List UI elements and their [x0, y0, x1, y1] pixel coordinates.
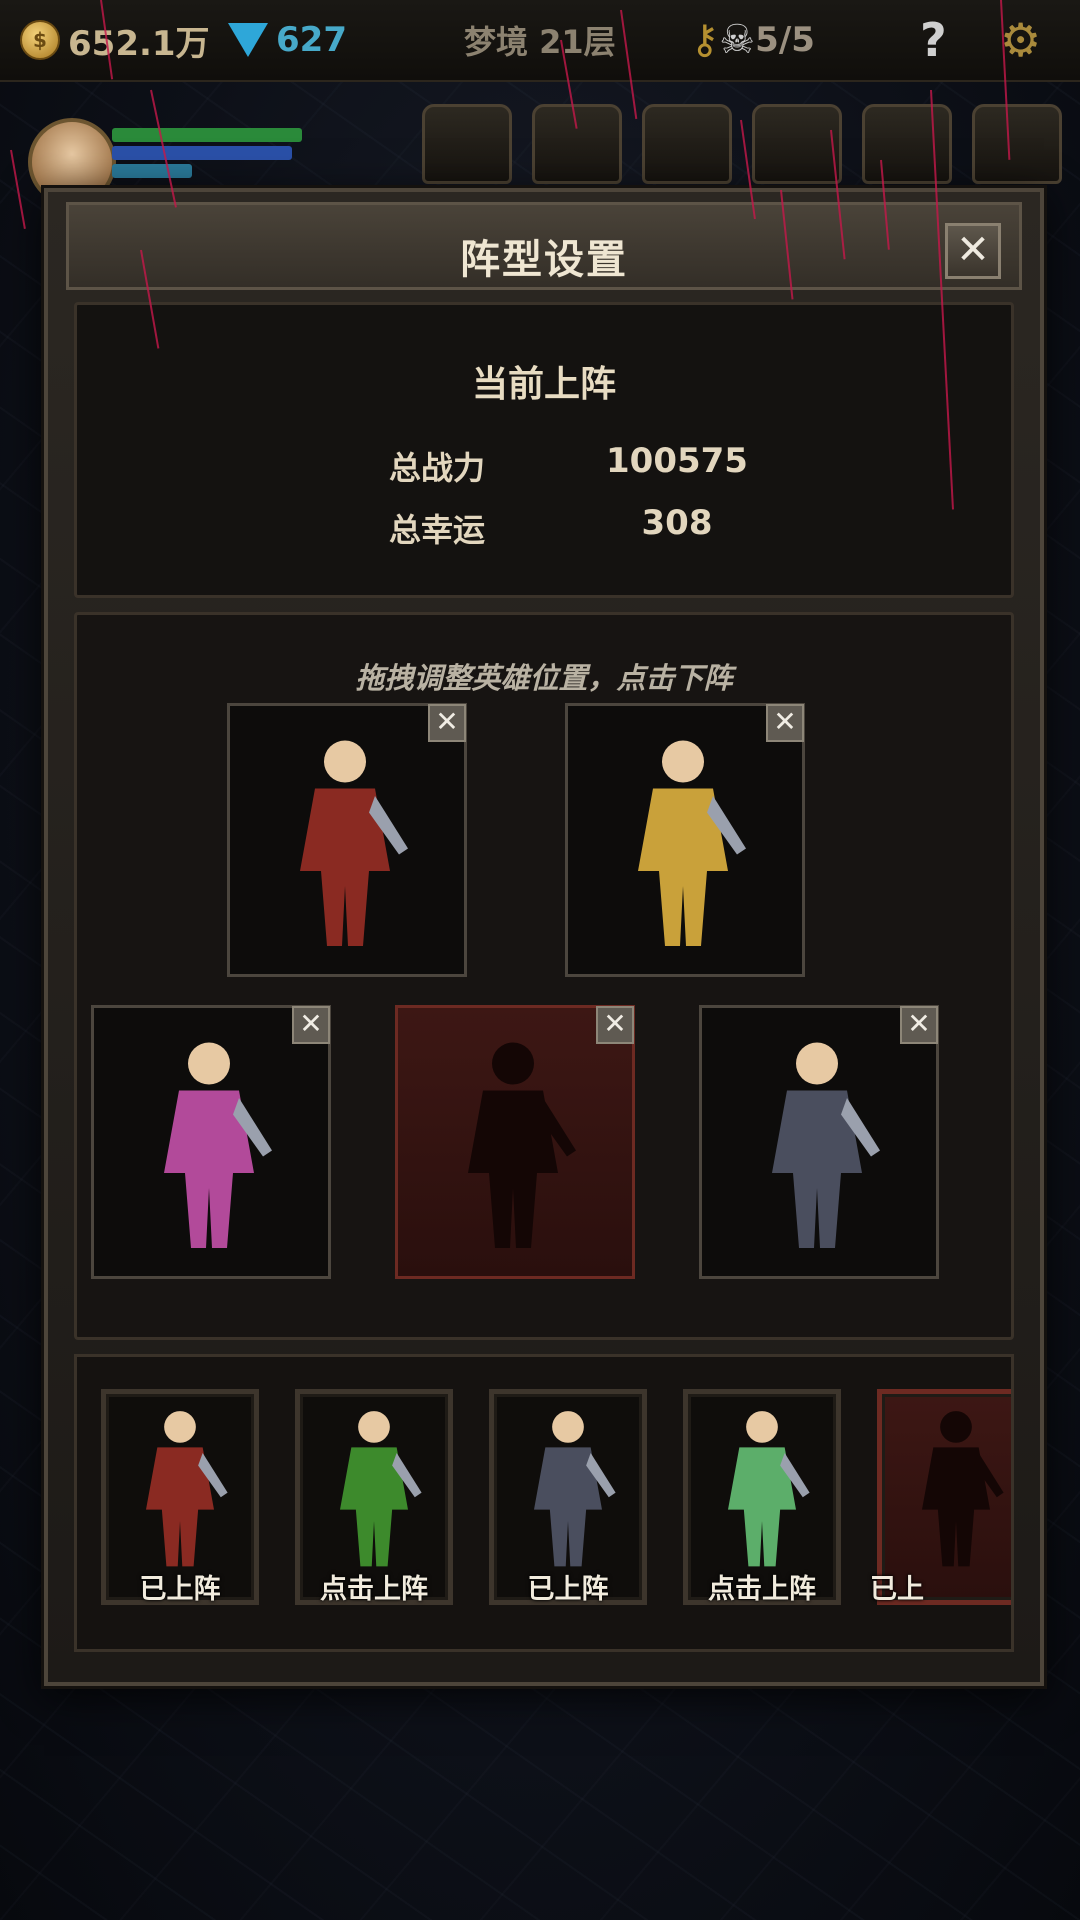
- exp-bar: [112, 164, 192, 178]
- pink-witch-portrait: [164, 1042, 272, 1248]
- formation-slot-3[interactable]: ✕: [91, 1005, 331, 1279]
- coin-icon: $: [20, 20, 60, 60]
- settings-button[interactable]: ⚙: [1000, 13, 1042, 67]
- formation-slot-5[interactable]: ✕: [699, 1005, 939, 1279]
- skull-icon: ☠: [719, 17, 756, 63]
- drag-hint: 拖拽调整英雄位置，点击下阵: [355, 661, 733, 695]
- crusader-knight-portrait: [146, 1411, 228, 1567]
- roster-status-label: 已上阵: [527, 1574, 609, 1605]
- dialog-title: 阵型设置: [460, 237, 628, 283]
- formation-slot-2[interactable]: ✕: [565, 703, 805, 977]
- roster-hero-card[interactable]: 点击上阵: [683, 1389, 841, 1605]
- gold-value: 652.1万: [68, 23, 210, 64]
- luck-label: 总幸运: [389, 511, 486, 549]
- crusader-knight-portrait: [300, 740, 408, 946]
- green-archer-portrait: [340, 1411, 422, 1567]
- close-button[interactable]: ✕: [945, 223, 1001, 279]
- power-value: 100575: [606, 441, 748, 481]
- help-button[interactable]: ?: [920, 13, 947, 67]
- hud-badge-6[interactable]: [972, 104, 1062, 184]
- gem-value: 627: [276, 20, 347, 60]
- gem-counter[interactable]: 627: [228, 14, 347, 66]
- hud-badge-1[interactable]: [422, 104, 512, 184]
- key-skull-counter[interactable]: ⚷ ☠ 5/5: [690, 14, 815, 66]
- hud-badge-2[interactable]: [532, 104, 622, 184]
- hud-badge-4[interactable]: [752, 104, 842, 184]
- remove-hero-button[interactable]: ✕: [428, 704, 466, 742]
- roster-hero-card[interactable]: 已上阵: [101, 1389, 259, 1605]
- stage-label: 梦境 21层: [464, 23, 616, 61]
- hud-badge-3[interactable]: [642, 104, 732, 184]
- golden-priestess-portrait: [638, 740, 746, 946]
- mana-bar: [112, 146, 292, 160]
- roster-status-label: 已上阵: [139, 1574, 221, 1605]
- empty-slot-silhouette-portrait: [468, 1042, 576, 1248]
- stats-panel: 当前上阵 总战力 100575 总幸运 308: [74, 302, 1014, 598]
- hero-roster[interactable]: 已上阵 点击上阵 已上阵 点击上阵 已上: [74, 1354, 1014, 1652]
- remove-hero-button[interactable]: ✕: [900, 1006, 938, 1044]
- dialog-header: 阵型设置 ✕: [66, 202, 1022, 290]
- roster-status-label: 点击上阵: [708, 1574, 816, 1605]
- remove-hero-button[interactable]: ✕: [292, 1006, 330, 1044]
- question-mark-icon: ?: [920, 13, 947, 67]
- stage-title: 梦境 21层: [464, 14, 616, 66]
- hud-badge-5[interactable]: [862, 104, 952, 184]
- formation-dialog: 阵型设置 ✕ 当前上阵 总战力 100575 总幸运 308 拖拽调整英雄位置，…: [44, 188, 1044, 1686]
- gear-icon: ⚙: [1000, 13, 1042, 67]
- gem-icon: [228, 23, 268, 57]
- roster-hero-card[interactable]: 已上: [870, 1389, 1011, 1605]
- roster-status-label: 已上: [870, 1574, 924, 1605]
- health-bar: [112, 128, 302, 142]
- roster-hero-card[interactable]: 点击上阵: [295, 1389, 453, 1605]
- dark-rogue-portrait: [534, 1411, 616, 1567]
- current-lineup-heading: 当前上阵: [471, 364, 616, 405]
- empty-slot-silhouette-portrait: [922, 1411, 1004, 1567]
- gold-counter[interactable]: $ 652.1万: [20, 14, 210, 66]
- formation-slot-1[interactable]: ✕: [227, 703, 467, 977]
- dark-rogue-portrait: [772, 1042, 880, 1248]
- remove-hero-button[interactable]: ✕: [766, 704, 804, 742]
- formation-slot-4[interactable]: ✕: [395, 1005, 635, 1279]
- roster-status-label: 点击上阵: [320, 1574, 428, 1605]
- luck-value: 308: [641, 503, 713, 543]
- key-skull-value: 5/5: [755, 20, 815, 60]
- roster-hero-card[interactable]: 已上阵: [489, 1389, 647, 1605]
- top-hud: $ 652.1万 627 梦境 21层 ⚷ ☠ 5/5 ? ⚙: [0, 0, 1080, 82]
- remove-hero-button[interactable]: ✕: [596, 1006, 634, 1044]
- power-label: 总战力: [389, 449, 486, 487]
- jade-swordsman-portrait: [728, 1411, 810, 1567]
- formation-panel: 拖拽调整英雄位置，点击下阵 ✕ ✕ ✕ ✕ ✕: [74, 612, 1014, 1340]
- key-icon: ⚷: [690, 17, 720, 63]
